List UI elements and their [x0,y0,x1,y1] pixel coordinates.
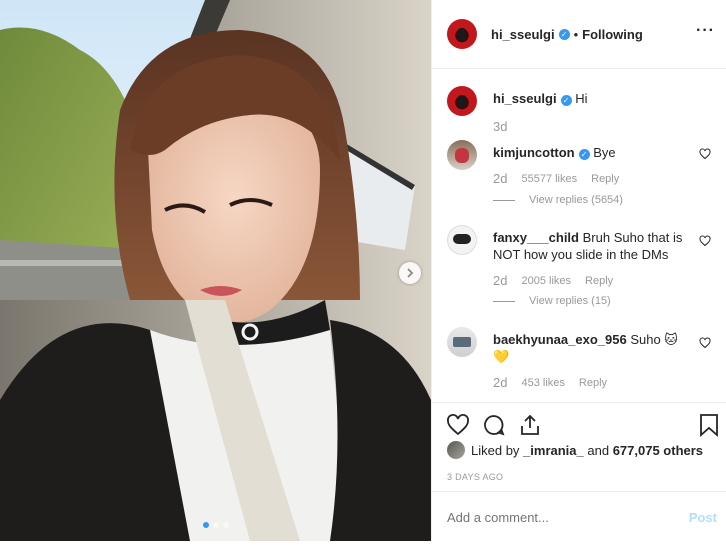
caption-username[interactable]: hi_sseulgi [493,91,557,106]
comment-likes[interactable]: 453 likes [521,377,564,389]
reply-button[interactable]: Reply [579,377,607,389]
verified-badge-icon: ✓ [560,95,572,106]
liker-avatar[interactable] [447,441,465,459]
caption-text: Hi [575,91,588,106]
view-replies-button[interactable]: View replies (15) [493,295,611,307]
post-photo[interactable] [0,0,431,541]
likes-count[interactable]: 677,075 others [613,443,703,458]
add-comment-input[interactable] [447,510,667,525]
more-options-icon[interactable]: ··· [696,23,715,39]
commenter-avatar[interactable] [447,225,477,255]
like-comment-heart-icon[interactable] [699,235,711,247]
reply-button[interactable]: Reply [585,275,613,287]
view-replies-label: View replies (5654) [529,194,623,206]
carousel-dot [213,522,219,528]
verified-badge-icon: ✓ [558,28,570,40]
view-replies-button[interactable]: View replies (5654) [493,194,623,206]
comment-likes[interactable]: 2005 likes [521,275,571,287]
commenter-avatar[interactable] [447,327,477,357]
view-replies-label: View replies (15) [529,295,611,307]
liked-by-prefix: Liked by [471,442,520,458]
comment-time: 2d [493,375,508,390]
save-bookmark-icon[interactable] [699,413,719,437]
share-icon[interactable] [518,413,542,437]
commenter-avatar[interactable] [447,140,477,170]
selfie-image [0,0,431,541]
liked-by-line: Liked by _imrania_ and 677,075 others [447,441,703,459]
separator-bullet: • [573,26,579,42]
liker-username[interactable]: _imrania_ [523,443,584,458]
comment-time: 2d [493,171,508,186]
reply-button[interactable]: Reply [591,173,619,185]
post-modal: hi_sseulgi ✓ • Following ··· hi_sseulgi ✓… [0,0,726,547]
post-comment-button[interactable]: Post [689,510,717,525]
comments-list[interactable]: hi_sseulgi ✓ Hi 3d kimjuncotton ✓ Bye 2d… [432,69,726,402]
chevron-right-icon [407,268,414,278]
commenter-username[interactable]: fanxy___child [493,230,579,245]
comment-time: 2d [493,273,508,288]
following-button[interactable]: Following [582,27,643,42]
caption-time: 3d [493,119,508,134]
verified-badge-icon: ✓ [578,149,590,160]
post-timestamp: 3 DAYS AGO [447,472,504,482]
like-comment-heart-icon[interactable] [699,148,711,160]
author-avatar[interactable] [447,19,477,49]
carousel-next-button[interactable] [399,262,421,284]
carousel-dot [203,522,209,528]
author-avatar[interactable] [447,86,477,116]
commenter-username[interactable]: baekhyunaa_exo_956 [493,332,627,347]
liked-by-and: and [587,442,610,458]
post-header: hi_sseulgi ✓ • Following ··· [432,0,726,69]
comment-text: Bye [593,145,616,160]
add-comment-bar: Post [432,491,726,542]
comment-bubble-icon[interactable] [482,413,506,437]
like-comment-heart-icon[interactable] [699,337,711,349]
commenter-username[interactable]: kimjuncotton [493,145,575,160]
carousel-indicator [203,522,229,528]
comment-likes[interactable]: 55577 likes [521,173,577,185]
carousel-dot [223,522,229,528]
author-username[interactable]: hi_sseulgi [491,27,555,42]
like-heart-icon[interactable] [446,413,470,437]
post-details-panel: hi_sseulgi ✓ • Following ··· hi_sseulgi ✓… [431,0,726,541]
